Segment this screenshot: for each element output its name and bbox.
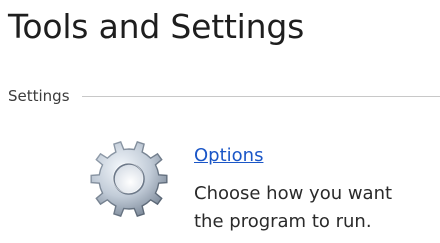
settings-group-label: Settings — [8, 87, 70, 105]
page-title: Tools and Settings — [8, 7, 305, 46]
gear-icon[interactable] — [88, 138, 170, 220]
options-description: Choose how you want the program to run. — [194, 180, 440, 236]
tools-and-settings-page: Tools and Settings Settings Options Choo… — [0, 0, 440, 243]
options-description-line: the program to run. — [194, 211, 372, 232]
options-link[interactable]: Options — [194, 145, 263, 166]
options-description-line: Choose how you want — [194, 183, 393, 204]
group-divider — [81, 95, 440, 97]
settings-group-header: Settings — [8, 84, 440, 108]
